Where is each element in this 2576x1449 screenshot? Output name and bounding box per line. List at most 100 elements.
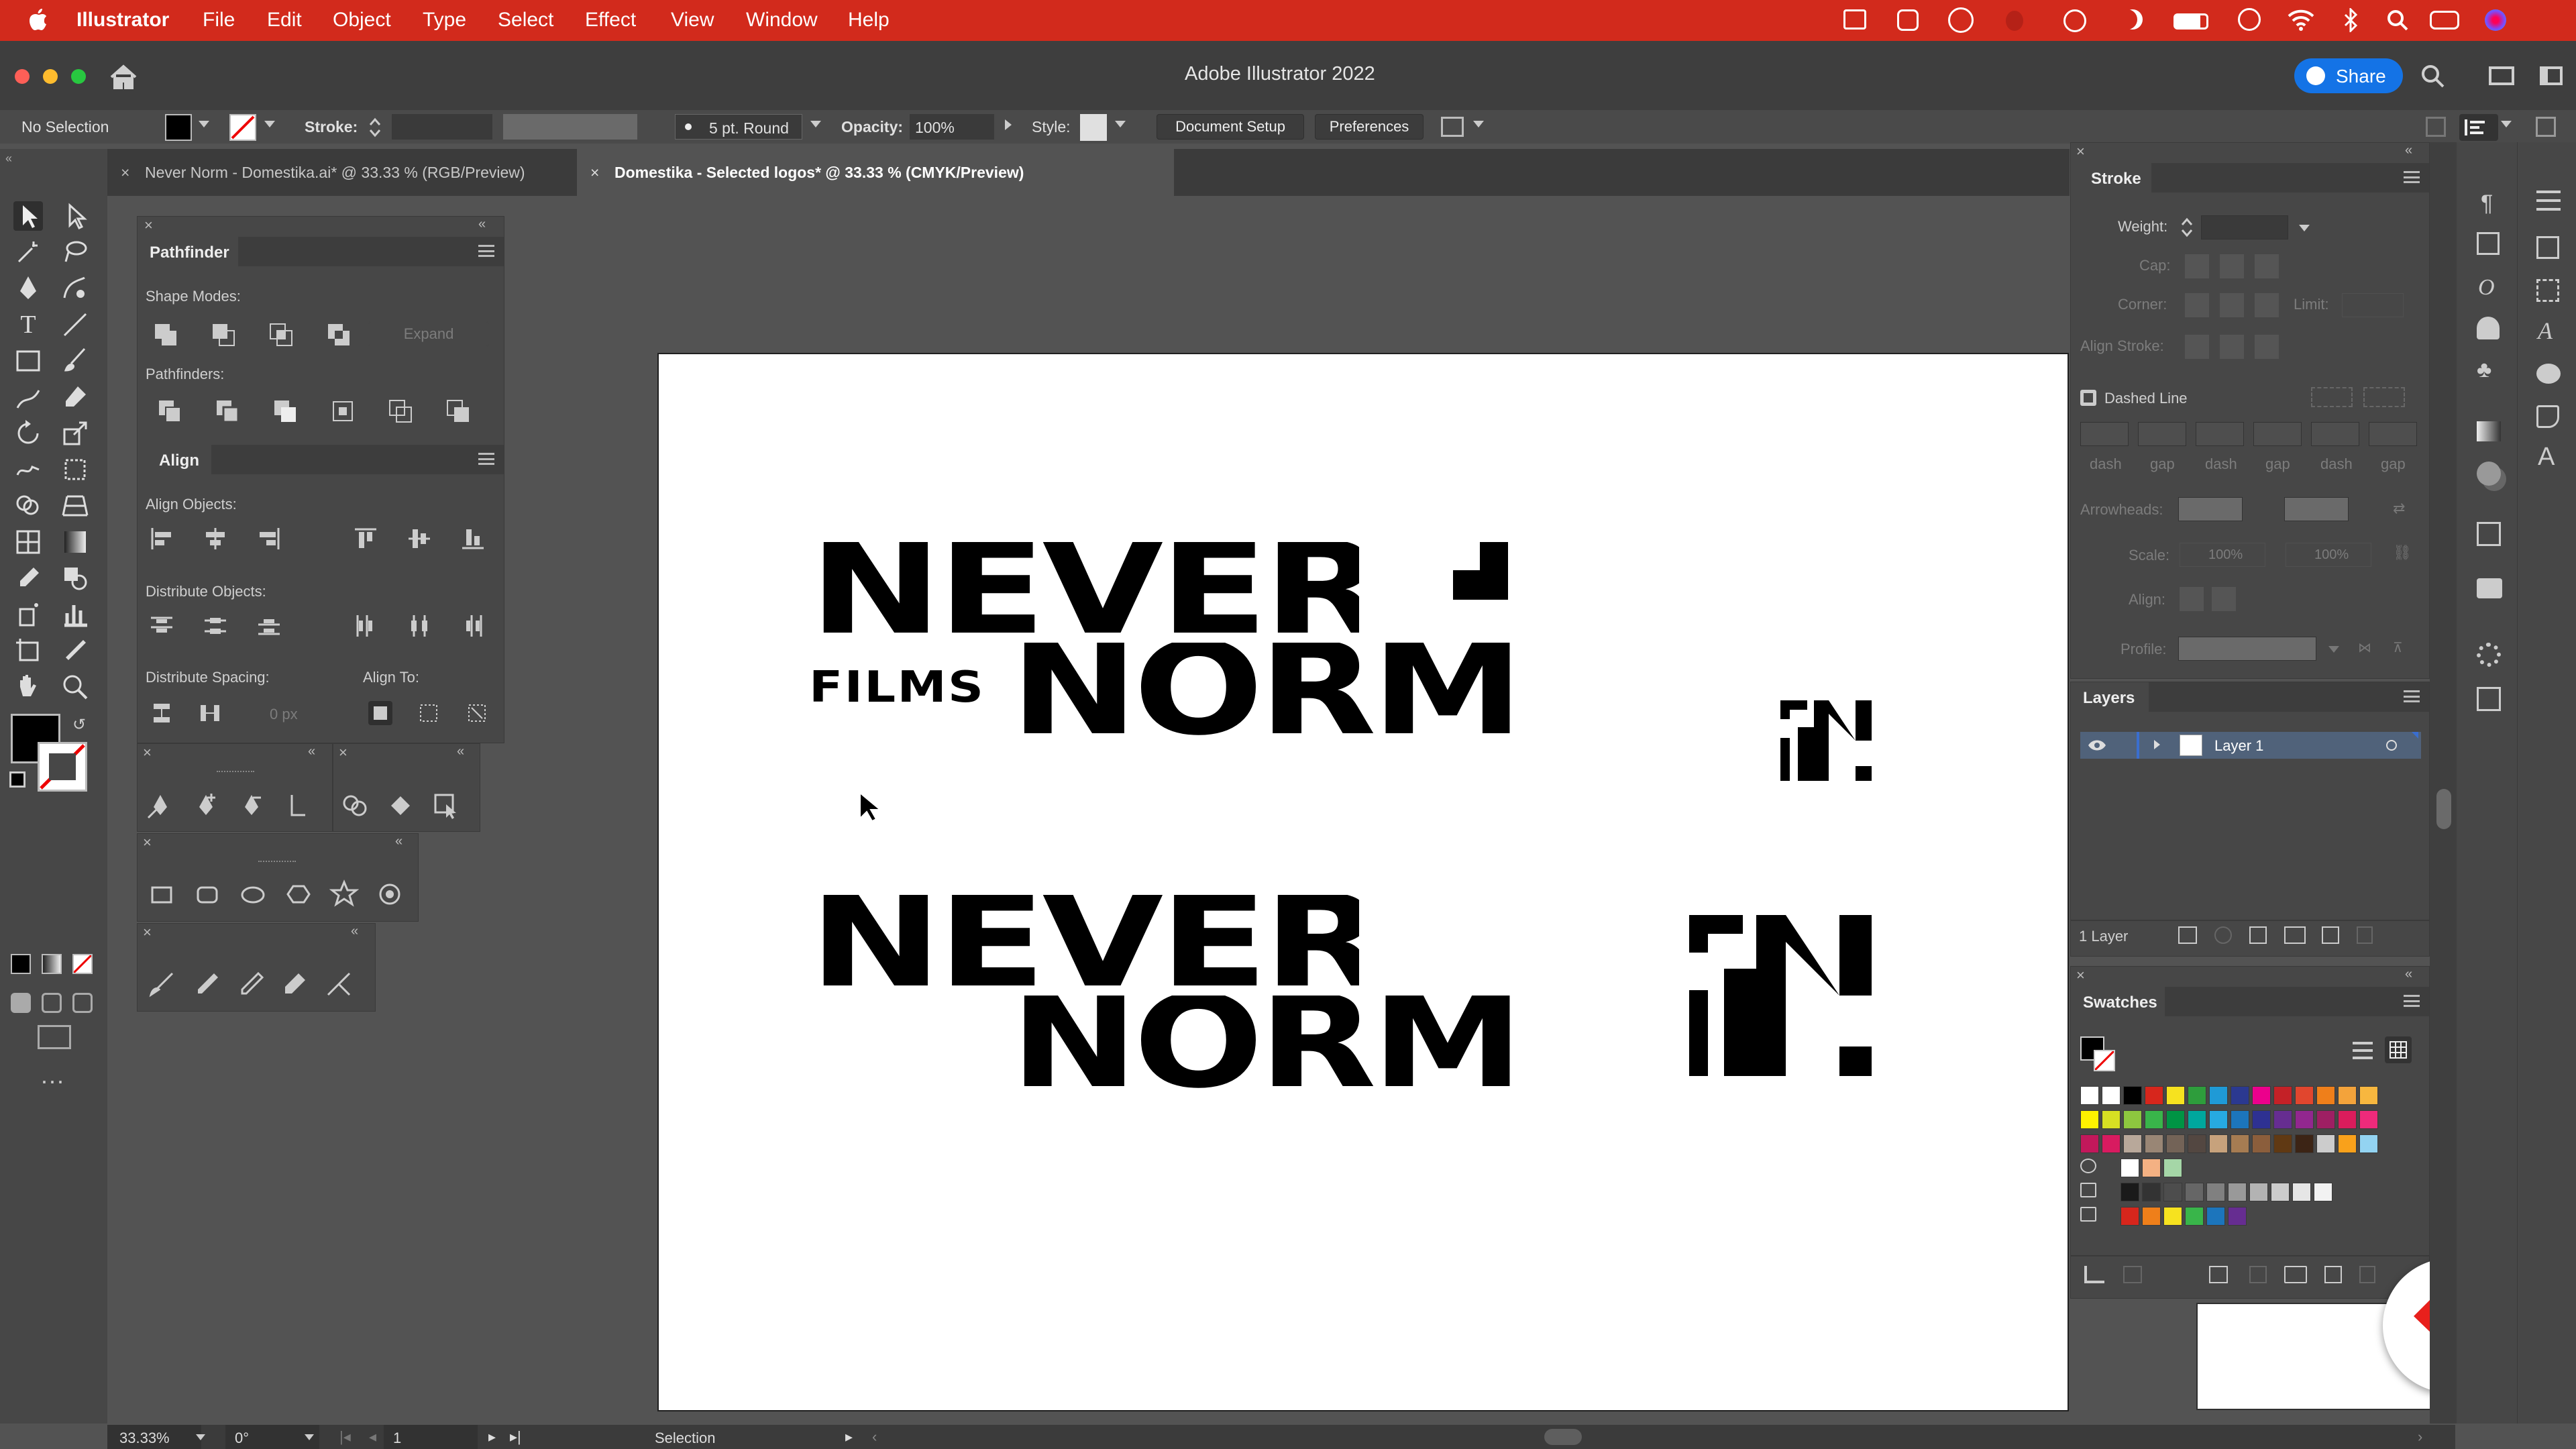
- color-swatch[interactable]: [2080, 1110, 2099, 1129]
- tab-never-norm[interactable]: × Never Norm - Domestika.ai* @ 33.33 % (…: [107, 149, 577, 196]
- blend-tool[interactable]: [60, 564, 90, 593]
- live-paint-selection-tool[interactable]: [431, 791, 461, 820]
- pencil-tool[interactable]: [191, 969, 221, 999]
- color-swatch[interactable]: [2228, 1207, 2247, 1226]
- stroke-stepper[interactable]: [368, 115, 382, 140]
- export-for-screens-icon[interactable]: [2477, 522, 2501, 546]
- target-icon[interactable]: [2386, 740, 2397, 751]
- color-swatch[interactable]: [2121, 1207, 2139, 1226]
- close-icon[interactable]: ×: [143, 744, 152, 761]
- asset-export-icon[interactable]: [2477, 687, 2501, 711]
- slice-tool[interactable]: [60, 636, 90, 665]
- perspective-grid-tool[interactable]: [60, 491, 90, 521]
- menu-effect[interactable]: Effect: [585, 9, 636, 32]
- swap-colors-icon[interactable]: ↺: [72, 715, 90, 734]
- layer-row[interactable]: Layer 1: [2080, 732, 2421, 759]
- color-guide-icon[interactable]: [2536, 364, 2561, 384]
- color-swatch[interactable]: [2123, 1086, 2142, 1105]
- gap-field-3[interactable]: [2369, 422, 2417, 446]
- line-segment-tool[interactable]: [60, 310, 90, 339]
- chevron-down-icon[interactable]: [264, 121, 275, 127]
- appearance-icon[interactable]: [2477, 643, 2501, 667]
- menu-view[interactable]: View: [671, 9, 714, 32]
- close-icon[interactable]: ×: [590, 149, 599, 196]
- smooth-tool[interactable]: [235, 969, 265, 999]
- logo-top-never[interactable]: NEVER: [809, 542, 1359, 636]
- color-swatch[interactable]: [2209, 1086, 2228, 1105]
- color-swatch[interactable]: [2359, 1086, 2378, 1105]
- projecting-cap-button[interactable]: [2255, 254, 2279, 278]
- collapse-icon[interactable]: «: [308, 744, 315, 759]
- new-sublayer-icon[interactable]: [2284, 926, 2306, 944]
- libraries-icon[interactable]: [2536, 236, 2559, 259]
- live-paint-bucket-tool[interactable]: [386, 791, 415, 820]
- rotate-tool[interactable]: [13, 419, 43, 448]
- color-mode-button[interactable]: [11, 954, 31, 974]
- variable-width-profile[interactable]: [503, 114, 637, 140]
- panel-menu-icon[interactable]: [2404, 995, 2420, 1007]
- end-scale-field[interactable]: 100%: [2286, 543, 2371, 567]
- scale-tool[interactable]: [60, 419, 90, 448]
- extension-icon[interactable]: [2006, 11, 2023, 31]
- eyedropper-tool[interactable]: [13, 564, 43, 593]
- chevron-down-icon[interactable]: [199, 121, 209, 127]
- default-colors-icon[interactable]: [9, 771, 25, 788]
- path-eraser-tool[interactable]: [280, 969, 309, 999]
- delete-anchor-point-tool[interactable]: [237, 791, 266, 820]
- free-transform-tool[interactable]: [60, 455, 90, 484]
- color-swatch[interactable]: [2295, 1086, 2314, 1105]
- vertical-distribute-space-button[interactable]: [150, 701, 174, 725]
- artboard-tool[interactable]: [13, 636, 43, 665]
- curvature-tool[interactable]: [60, 274, 90, 303]
- merge-button[interactable]: [273, 399, 297, 423]
- menu-file[interactable]: File: [203, 9, 235, 32]
- logo-top-corner-mark[interactable]: [1453, 542, 1508, 600]
- align-to-key-object-button[interactable]: [368, 701, 392, 725]
- dash-field-3[interactable]: [2311, 422, 2359, 446]
- direct-selection-tool[interactable]: [60, 201, 90, 231]
- spotlight-icon[interactable]: [2387, 9, 2408, 31]
- preserve-dash-icon[interactable]: [2311, 387, 2353, 407]
- align-right-button[interactable]: [257, 527, 281, 551]
- rounded-rectangle-tool[interactable]: [193, 879, 222, 909]
- weight-stepper[interactable]: [2180, 215, 2194, 239]
- previous-artboard-button[interactable]: ◂: [369, 1428, 376, 1446]
- tab-selected-logos[interactable]: × Domestika - Selected logos* @ 33.33 % …: [577, 149, 1174, 196]
- brush-definition[interactable]: 5 pt. Round: [675, 114, 802, 140]
- distribute-left-button[interactable]: [354, 614, 378, 638]
- menu-edit[interactable]: Edit: [267, 9, 302, 32]
- distribute-horizontal-center-button[interactable]: [407, 614, 431, 638]
- graphic-styles-icon[interactable]: [2536, 405, 2559, 428]
- color-swatch[interactable]: [2273, 1110, 2292, 1129]
- color-swatch[interactable]: [2273, 1134, 2292, 1153]
- make-clipping-mask-icon[interactable]: [2249, 926, 2267, 944]
- panel-menu-icon[interactable]: [478, 245, 494, 257]
- color-swatch[interactable]: [2271, 1183, 2290, 1201]
- color-swatch[interactable]: [2249, 1183, 2268, 1201]
- color-swatch[interactable]: [2145, 1134, 2163, 1153]
- artboards-icon[interactable]: [2536, 279, 2559, 302]
- swatch-stroke[interactable]: [2094, 1050, 2115, 1071]
- color-swatch[interactable]: [2292, 1183, 2311, 1201]
- align-panel-icon[interactable]: [2459, 114, 2498, 141]
- sync-icon[interactable]: [1948, 7, 1974, 33]
- hand-tool[interactable]: [13, 672, 43, 702]
- symbol-sprayer-tool[interactable]: [13, 600, 43, 629]
- distribute-right-button[interactable]: [461, 614, 485, 638]
- flip-along-icon[interactable]: ⋈: [2358, 639, 2378, 655]
- color-swatch[interactable]: [2295, 1134, 2314, 1153]
- collapse-icon[interactable]: «: [351, 924, 358, 939]
- dash-field-1[interactable]: [2080, 422, 2129, 446]
- color-swatch[interactable]: [2102, 1110, 2121, 1129]
- panel-options-icon[interactable]: [2426, 117, 2446, 137]
- gap-field-1[interactable]: [2138, 422, 2186, 446]
- comments-icon[interactable]: [2477, 578, 2502, 598]
- transform-icon[interactable]: [2477, 232, 2500, 255]
- align-stroke-inside-button[interactable]: [2220, 335, 2244, 359]
- opentype-icon[interactable]: O: [2478, 275, 2495, 301]
- intersect-button[interactable]: [269, 323, 293, 347]
- moon-icon[interactable]: [2123, 9, 2143, 30]
- eraser-tool[interactable]: [60, 382, 90, 412]
- panel-menu-icon[interactable]: [2404, 690, 2420, 702]
- miter-join-button[interactable]: [2185, 293, 2209, 317]
